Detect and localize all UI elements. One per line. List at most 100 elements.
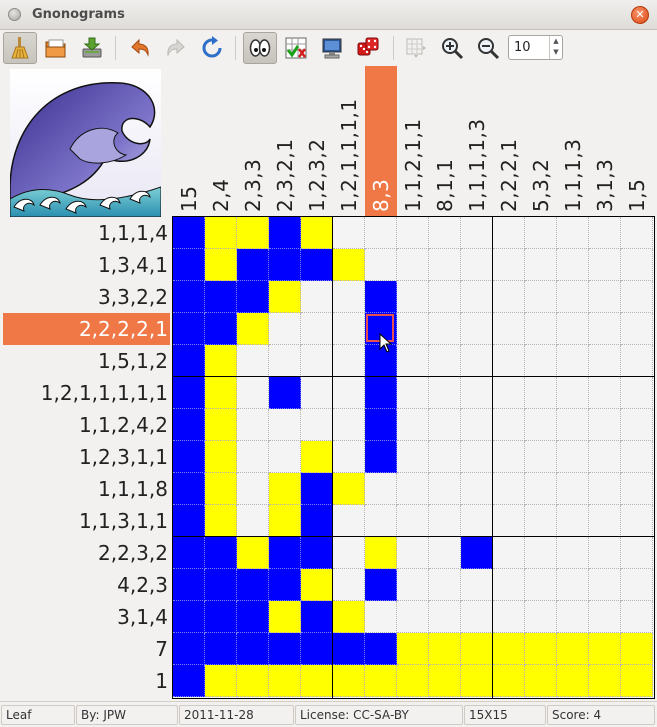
cell-unknown[interactable] xyxy=(557,409,589,441)
cell-unknown[interactable] xyxy=(589,281,621,313)
cell-filled[interactable] xyxy=(237,601,269,633)
cell-empty-marked[interactable] xyxy=(301,441,333,473)
cell-filled[interactable] xyxy=(301,633,333,665)
cell-unknown[interactable] xyxy=(493,377,525,409)
cell-filled[interactable] xyxy=(173,249,205,281)
cell-empty-marked[interactable] xyxy=(589,633,621,665)
cell-unknown[interactable] xyxy=(525,217,557,249)
cell-unknown[interactable] xyxy=(365,473,397,505)
cell-empty-marked[interactable] xyxy=(205,473,237,505)
cell-unknown[interactable] xyxy=(269,313,301,345)
cell-empty-marked[interactable] xyxy=(525,665,557,697)
cell-unknown[interactable] xyxy=(621,569,653,601)
cell-filled[interactable] xyxy=(205,537,237,569)
cell-empty-marked[interactable] xyxy=(205,665,237,697)
check-grid-icon[interactable] xyxy=(279,32,313,64)
cell-empty-marked[interactable] xyxy=(269,473,301,505)
cell-unknown[interactable] xyxy=(269,441,301,473)
cell-filled[interactable] xyxy=(173,473,205,505)
cell-empty-marked[interactable] xyxy=(237,217,269,249)
resize-grid-icon[interactable] xyxy=(399,32,433,64)
cell-unknown[interactable] xyxy=(525,249,557,281)
cell-filled[interactable] xyxy=(365,441,397,473)
cell-unknown[interactable] xyxy=(589,345,621,377)
cell-filled[interactable] xyxy=(269,569,301,601)
cell-unknown[interactable] xyxy=(333,441,365,473)
cell-unknown[interactable] xyxy=(493,409,525,441)
cell-filled[interactable] xyxy=(301,537,333,569)
broom-icon[interactable] xyxy=(3,32,37,64)
cell-unknown[interactable] xyxy=(557,441,589,473)
cell-unknown[interactable] xyxy=(397,313,429,345)
cell-filled[interactable] xyxy=(269,537,301,569)
cell-filled[interactable] xyxy=(269,217,301,249)
cell-unknown[interactable] xyxy=(557,569,589,601)
cell-empty-marked[interactable] xyxy=(269,601,301,633)
cell-unknown[interactable] xyxy=(333,569,365,601)
cell-unknown[interactable] xyxy=(525,281,557,313)
cell-unknown[interactable] xyxy=(493,601,525,633)
cell-empty-marked[interactable] xyxy=(429,665,461,697)
cell-empty-marked[interactable] xyxy=(557,633,589,665)
cell-unknown[interactable] xyxy=(589,313,621,345)
cell-empty-marked[interactable] xyxy=(429,633,461,665)
cell-unknown[interactable] xyxy=(429,505,461,537)
cell-filled[interactable] xyxy=(205,313,237,345)
cell-unknown[interactable] xyxy=(397,473,429,505)
cell-filled[interactable] xyxy=(173,377,205,409)
cell-unknown[interactable] xyxy=(621,409,653,441)
cell-unknown[interactable] xyxy=(621,601,653,633)
cell-unknown[interactable] xyxy=(461,505,493,537)
cell-unknown[interactable] xyxy=(461,409,493,441)
cell-empty-marked[interactable] xyxy=(621,633,653,665)
cell-empty-marked[interactable] xyxy=(333,249,365,281)
cell-unknown[interactable] xyxy=(493,569,525,601)
cell-filled[interactable] xyxy=(365,281,397,313)
cell-unknown[interactable] xyxy=(525,537,557,569)
cell-unknown[interactable] xyxy=(429,473,461,505)
cell-filled[interactable] xyxy=(173,409,205,441)
cell-empty-marked[interactable] xyxy=(205,441,237,473)
cell-unknown[interactable] xyxy=(621,345,653,377)
cell-unknown[interactable] xyxy=(621,249,653,281)
cell-unknown[interactable] xyxy=(621,473,653,505)
cell-unknown[interactable] xyxy=(525,473,557,505)
cell-filled[interactable] xyxy=(365,409,397,441)
cell-empty-marked[interactable] xyxy=(269,505,301,537)
cell-empty-marked[interactable] xyxy=(493,633,525,665)
open-folder-icon[interactable] xyxy=(39,32,73,64)
cell-empty-marked[interactable] xyxy=(301,665,333,697)
cell-filled[interactable] xyxy=(237,569,269,601)
zoom-spin-arrows-icon[interactable]: ▲ ▼ xyxy=(549,36,562,59)
cell-unknown[interactable] xyxy=(525,313,557,345)
cell-unknown[interactable] xyxy=(621,281,653,313)
cell-filled[interactable] xyxy=(205,601,237,633)
cell-unknown[interactable] xyxy=(621,505,653,537)
cell-filled[interactable] xyxy=(173,217,205,249)
cell-filled[interactable] xyxy=(461,537,493,569)
cell-empty-marked[interactable] xyxy=(525,633,557,665)
cell-empty-marked[interactable] xyxy=(205,345,237,377)
cell-unknown[interactable] xyxy=(525,377,557,409)
cell-filled[interactable] xyxy=(205,633,237,665)
cell-unknown[interactable] xyxy=(589,441,621,473)
cell-unknown[interactable] xyxy=(589,217,621,249)
cell-empty-marked[interactable] xyxy=(621,665,653,697)
cell-filled[interactable] xyxy=(173,281,205,313)
cell-unknown[interactable] xyxy=(589,505,621,537)
cell-unknown[interactable] xyxy=(301,345,333,377)
cell-unknown[interactable] xyxy=(237,345,269,377)
cell-unknown[interactable] xyxy=(493,217,525,249)
cell-empty-marked[interactable] xyxy=(333,601,365,633)
cell-empty-marked[interactable] xyxy=(301,217,333,249)
cell-filled[interactable] xyxy=(301,249,333,281)
cell-filled[interactable] xyxy=(333,633,365,665)
cell-unknown[interactable] xyxy=(589,473,621,505)
cell-empty-marked[interactable] xyxy=(557,665,589,697)
cell-filled[interactable] xyxy=(301,601,333,633)
cell-empty-marked[interactable] xyxy=(301,569,333,601)
cell-unknown[interactable] xyxy=(429,441,461,473)
cell-unknown[interactable] xyxy=(237,473,269,505)
cell-unknown[interactable] xyxy=(589,249,621,281)
cell-unknown[interactable] xyxy=(493,537,525,569)
